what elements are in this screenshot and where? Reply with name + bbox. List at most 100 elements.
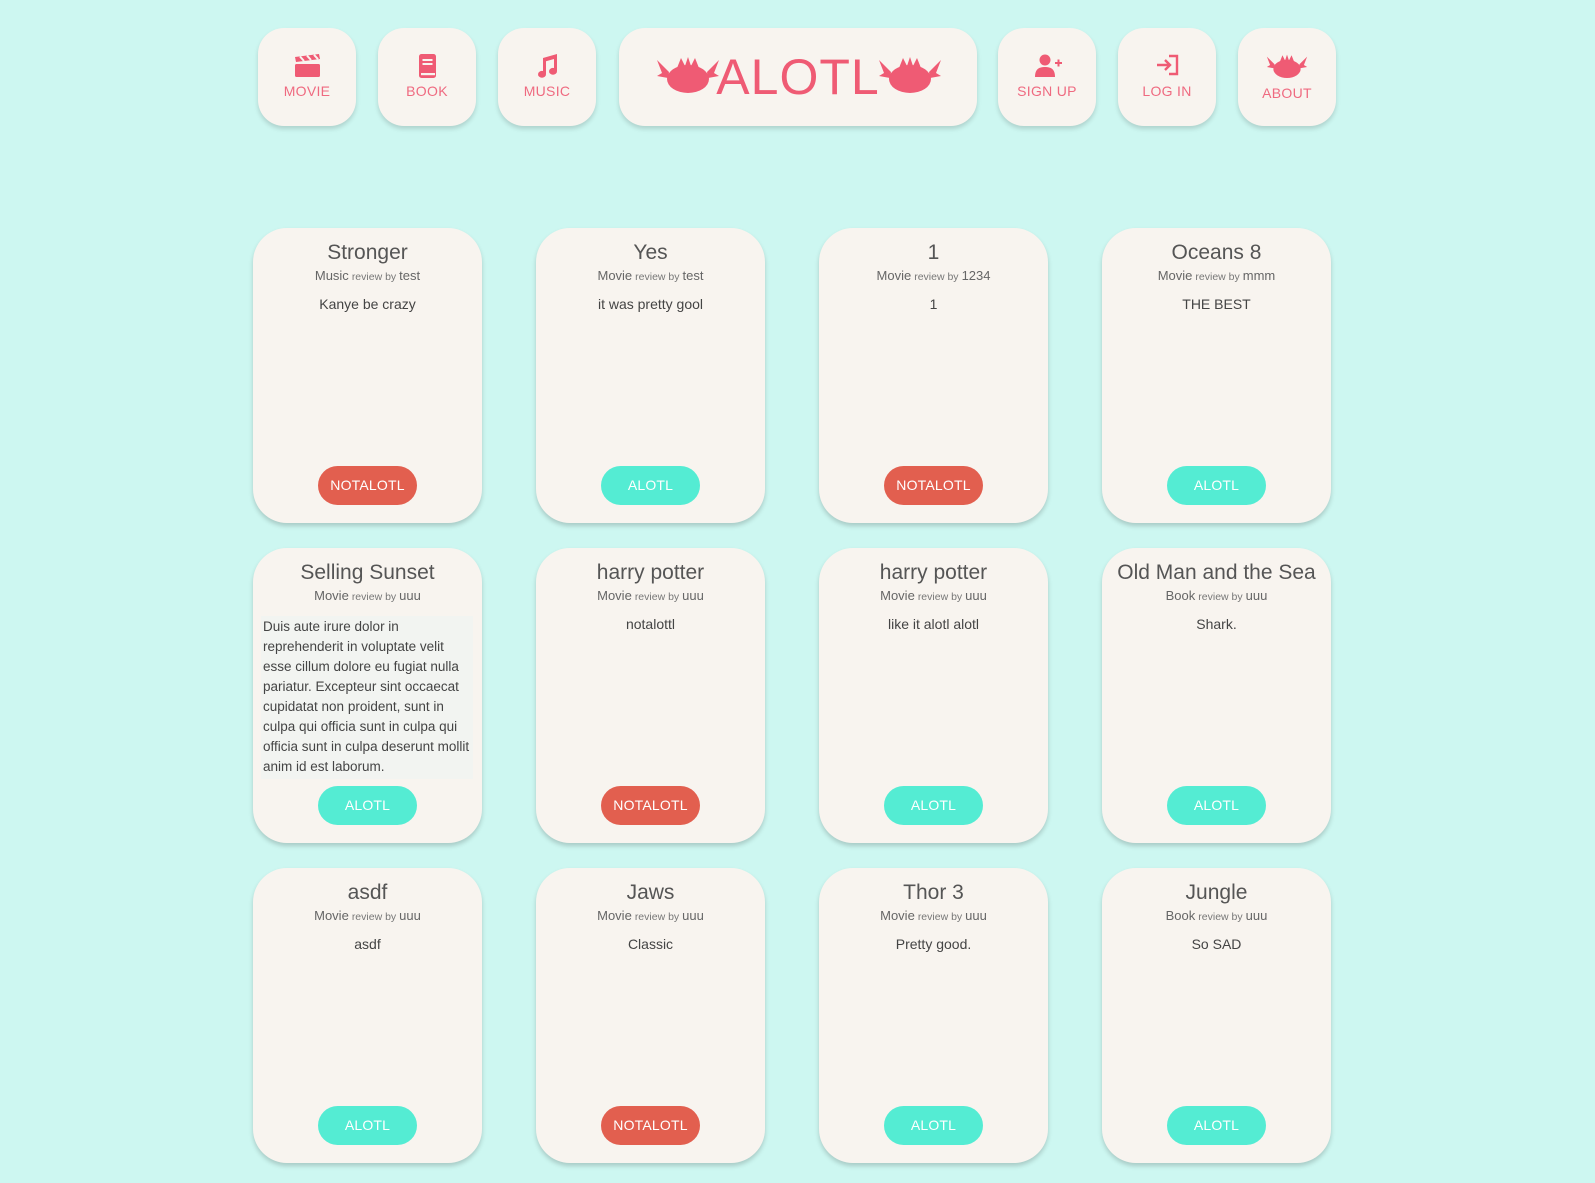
review-by-label: review by (351, 271, 397, 283)
review-title: asdf (347, 881, 388, 904)
top-nav: MOVIE BOOK MUSIC ALOTL SIGN UP LOG IN AB… (0, 28, 1595, 128)
review-category: Movie (314, 588, 349, 603)
nav-book-button[interactable]: BOOK (378, 28, 476, 126)
review-meta: Movie review by uuu (536, 908, 765, 923)
review-title: Stronger (327, 241, 408, 264)
notalotl-button[interactable]: NOTALOTL (884, 466, 983, 505)
music-note-icon (538, 54, 558, 78)
review-title: harry potter (596, 561, 705, 584)
review-title: Jaws (626, 881, 675, 904)
review-author: uuu (682, 908, 704, 923)
review-card: Stronger Music review by test Kanye be cra… (253, 228, 482, 523)
review-by-label: review by (634, 591, 680, 603)
alotl-button[interactable]: ALOTL (601, 466, 700, 505)
review-body: notalottl (625, 616, 676, 632)
nav-movie-button[interactable]: MOVIE (258, 28, 356, 126)
alotl-button[interactable]: ALOTL (1167, 466, 1266, 505)
notalotl-button[interactable]: NOTALOTL (601, 1106, 700, 1145)
review-by-label: review by (1198, 591, 1243, 603)
review-meta: Movie review by uuu (536, 588, 765, 603)
review-author: test (399, 268, 421, 283)
review-author: 1234 (961, 268, 991, 283)
review-author: mmm (1242, 268, 1276, 283)
review-title: Oceans 8 (1171, 241, 1262, 264)
review-author: uuu (965, 908, 987, 923)
review-author: uuu (682, 588, 704, 603)
book-icon (419, 54, 436, 78)
review-body: Shark. (1196, 616, 1237, 632)
alotl-button[interactable]: ALOTL (318, 786, 417, 825)
review-body: like it alotl alotl (887, 616, 980, 632)
review-title: harry potter (879, 561, 988, 584)
review-body: asdf (354, 936, 381, 952)
nav-signup-button[interactable]: SIGN UP (998, 28, 1096, 126)
review-by-label: review by (635, 271, 680, 283)
review-title: Selling Sunset (300, 561, 435, 584)
review-category: Movie (880, 588, 915, 603)
review-by-label: review by (351, 911, 397, 923)
alotl-button[interactable]: ALOTL (884, 1106, 983, 1145)
axolotl-icon (1266, 54, 1308, 79)
review-body: 1 (929, 296, 938, 312)
logo-home-button[interactable]: ALOTL (619, 28, 977, 126)
review-title: Jungle (1185, 881, 1248, 904)
review-author: uuu (399, 588, 421, 603)
nav-book-label: BOOK (406, 83, 448, 99)
review-by-label: review by (914, 271, 959, 283)
review-body: Pretty good. (895, 936, 972, 952)
review-body: Kanye be crazy (319, 296, 416, 312)
review-meta: Movie review by test (536, 268, 765, 283)
nav-about-button[interactable]: ABOUT (1238, 28, 1336, 126)
alotl-button[interactable]: ALOTL (884, 786, 983, 825)
review-category: Movie (597, 588, 632, 603)
nav-music-label: MUSIC (523, 83, 571, 99)
review-card: Jaws Movie review by uuu Classic NOTALOTL (536, 868, 765, 1163)
review-meta: Movie review by uuu (253, 588, 482, 603)
review-by-label: review by (917, 591, 963, 603)
review-body: Duis aute irure dolor in reprehenderit i… (261, 616, 473, 779)
review-card: Jungle Book review by uuu So SAD ALOTL (1102, 868, 1331, 1163)
review-category: Music (314, 268, 349, 283)
add-user-icon (1035, 54, 1062, 77)
review-title: Yes (633, 241, 668, 264)
review-author: uuu (965, 588, 987, 603)
review-category: Book (1165, 588, 1196, 603)
alotl-button[interactable]: ALOTL (1167, 786, 1266, 825)
review-author: uuu (1245, 588, 1268, 603)
review-by-label: review by (1195, 271, 1240, 283)
review-meta: Book review by uuu (1102, 588, 1331, 603)
review-card: 1 Movie review by 1234 1 NOTALOTL (819, 228, 1048, 523)
notalotl-button[interactable]: NOTALOTL (318, 466, 417, 505)
review-category: Movie (876, 268, 912, 283)
review-body: So SAD (1191, 936, 1242, 952)
alotl-button[interactable]: ALOTL (318, 1106, 417, 1145)
review-meta: Music review by test (253, 268, 482, 283)
alotl-button[interactable]: ALOTL (1167, 1106, 1266, 1145)
review-body: Classic (627, 936, 674, 952)
review-card: Thor 3 Movie review by uuu Pretty good. AL… (819, 868, 1048, 1163)
review-title: 1 (927, 241, 940, 264)
review-body: it was pretty gool (597, 296, 704, 312)
nav-music-button[interactable]: MUSIC (498, 28, 596, 126)
review-meta: Movie review by uuu (819, 588, 1048, 603)
review-meta: Movie review by 1234 (819, 268, 1048, 283)
review-author: test (682, 268, 704, 283)
review-category: Movie (314, 908, 349, 923)
review-card: harry potter Movie review by uuu notalottl… (536, 548, 765, 843)
nav-login-button[interactable]: LOG IN (1118, 28, 1216, 126)
nav-about-label: ABOUT (1262, 85, 1312, 101)
clapperboard-icon (295, 54, 320, 77)
review-meta: Book review by uuu (1102, 908, 1331, 923)
review-author: uuu (399, 908, 421, 923)
review-category: Movie (597, 268, 633, 283)
notalotl-button[interactable]: NOTALOTL (601, 786, 700, 825)
login-icon (1157, 54, 1179, 76)
review-category: Movie (597, 908, 632, 923)
review-card: Selling Sunset Movie review by uuu Duis au… (253, 548, 482, 843)
review-by-label: review by (917, 911, 963, 923)
nav-signup-label: SIGN UP (1017, 83, 1077, 99)
review-body: THE BEST (1182, 296, 1251, 312)
review-card: Yes Movie review by test it was pretty goo… (536, 228, 765, 523)
nav-movie-label: MOVIE (283, 83, 331, 99)
review-meta: Movie review by uuu (253, 908, 482, 923)
